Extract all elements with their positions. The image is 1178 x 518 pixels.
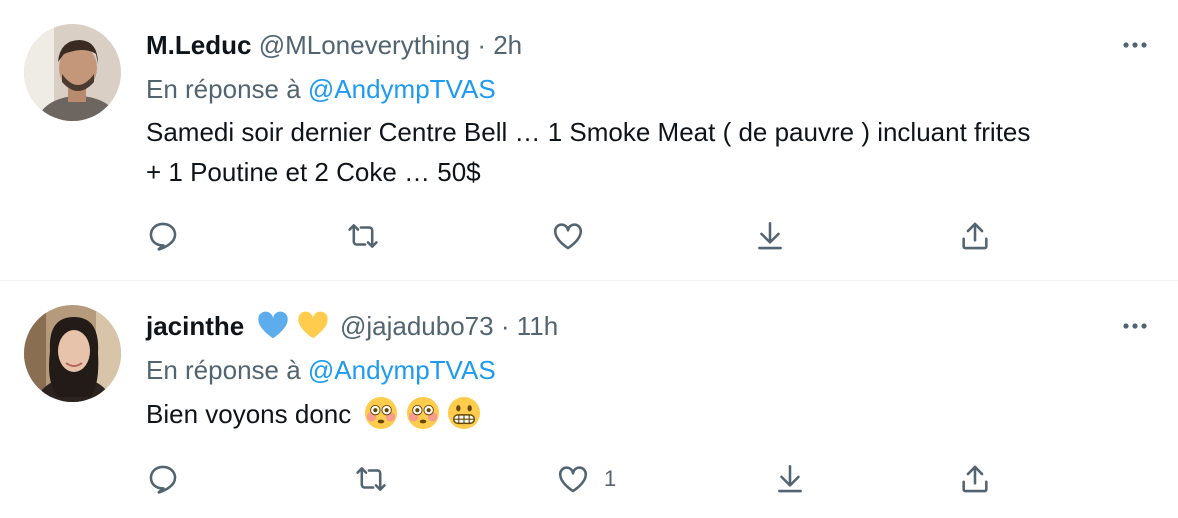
share-button[interactable] — [958, 459, 992, 499]
timestamp[interactable]: 2h — [493, 30, 522, 60]
display-name[interactable]: M.Leduc — [146, 30, 251, 60]
reply-prefix: En réponse à — [146, 74, 301, 104]
yellow-heart-icon — [298, 311, 328, 339]
tweet-text: Bien voyons donc — [146, 394, 1156, 441]
reply-mention-link[interactable]: @AndympTVAS — [308, 355, 496, 385]
more-button[interactable] — [1120, 311, 1150, 341]
separator: · — [500, 311, 510, 341]
like-count: 1 — [604, 466, 617, 491]
avatar[interactable] — [24, 24, 121, 121]
reply-mention-link[interactable]: @AndympTVAS — [308, 74, 496, 104]
more-icon — [1123, 42, 1147, 48]
like-icon — [553, 223, 583, 250]
reply-button[interactable] — [146, 216, 180, 256]
share-button[interactable] — [958, 216, 992, 256]
reply-context: En réponse à @AndympTVAS — [146, 72, 496, 106]
retweet-button[interactable] — [346, 216, 380, 256]
tweet-text-line: Samedi soir dernier Centre Bell … 1 Smok… — [146, 117, 1031, 147]
bookmark-icon — [758, 221, 782, 250]
tweet-text-line: + 1 Poutine et 2 Coke … 50$ — [146, 157, 481, 187]
more-icon — [1123, 323, 1147, 329]
share-icon — [962, 222, 988, 250]
retweet-button[interactable] — [354, 459, 388, 499]
tweet-header: jacinthe @jajadubo73 · 11h — [146, 309, 558, 348]
tweet[interactable]: jacinthe @jajadubo73 · 11h En réponse à … — [0, 281, 1178, 518]
reply-icon — [149, 465, 177, 494]
reply-context: En réponse à @AndympTVAS — [146, 353, 496, 387]
tweet-header: M.Leduc @MLoneverything · 2h — [146, 28, 522, 62]
flushed-face-icon — [365, 396, 398, 430]
user-handle[interactable]: @jajadubo73 — [340, 311, 494, 341]
reply-button[interactable] — [146, 459, 180, 499]
text-emojis — [364, 396, 481, 441]
tweet-text-line: Bien voyons donc — [146, 399, 352, 429]
like-button[interactable]: 1 — [556, 459, 616, 499]
display-name[interactable]: jacinthe — [146, 311, 244, 341]
bookmark-button[interactable] — [753, 216, 787, 256]
share-icon — [962, 465, 988, 493]
tweet-text: Samedi soir dernier Centre Bell … 1 Smok… — [146, 112, 1156, 192]
like-icon — [558, 466, 588, 493]
action-bar: 1 — [146, 459, 1006, 499]
retweet-icon — [356, 467, 386, 491]
avatar[interactable] — [24, 305, 121, 402]
reply-prefix: En réponse à — [146, 355, 301, 385]
like-button[interactable] — [551, 216, 599, 256]
bookmark-button[interactable] — [773, 459, 807, 499]
name-emojis — [257, 310, 328, 348]
blue-heart-icon — [258, 311, 289, 339]
more-button[interactable] — [1120, 30, 1150, 60]
bookmark-icon — [778, 464, 802, 493]
tweet[interactable]: M.Leduc @MLoneverything · 2h En réponse … — [0, 0, 1178, 280]
user-handle[interactable]: @MLoneverything — [259, 30, 470, 60]
grimacing-face-icon — [447, 396, 481, 430]
retweet-icon — [348, 224, 378, 248]
separator: · — [477, 30, 486, 60]
action-bar — [146, 216, 1006, 256]
flushed-face-icon — [406, 396, 439, 430]
reply-icon — [149, 222, 177, 251]
timestamp[interactable]: 11h — [517, 311, 558, 341]
